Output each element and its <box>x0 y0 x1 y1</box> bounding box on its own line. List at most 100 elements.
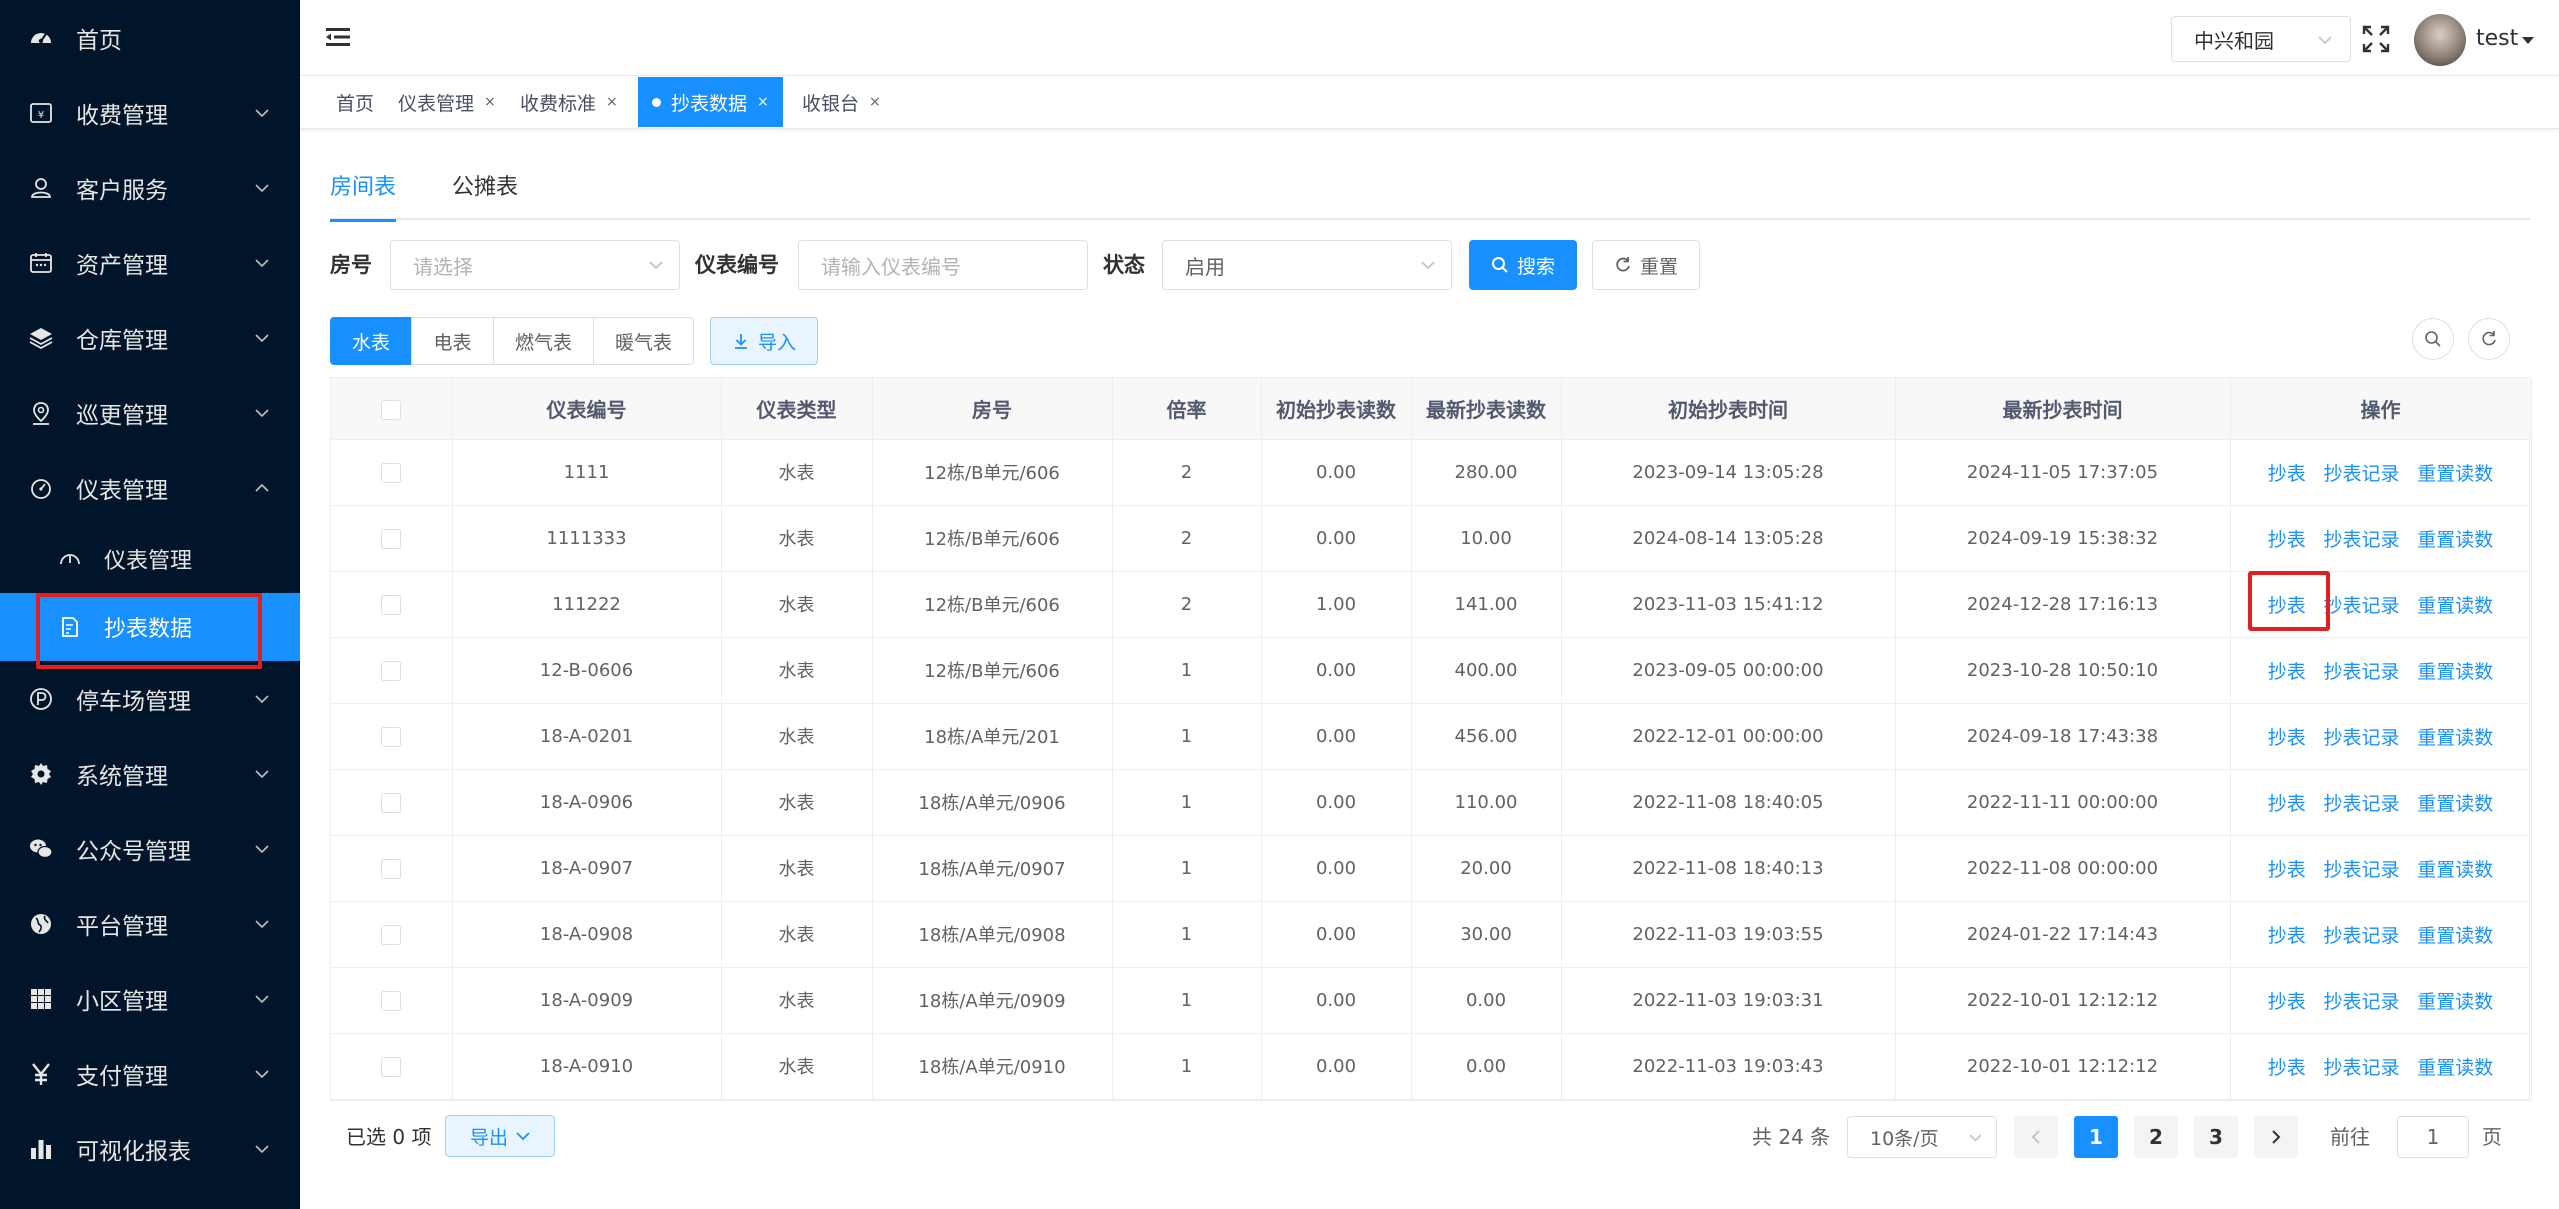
sidebar-item-grid[interactable]: 小区管理 <box>0 961 300 1036</box>
select-all-checkbox[interactable] <box>381 399 402 420</box>
table-cell: 2022-11-03 19:03:31 <box>1561 967 1896 1034</box>
page-2-button[interactable]: 2 <box>2134 1116 2178 1158</box>
sidebar-item-globe[interactable]: 平台管理 <box>0 886 300 961</box>
reset-button[interactable]: 重置 <box>1592 240 1700 290</box>
row-checkbox[interactable] <box>381 528 402 549</box>
sidebar-item-wechat[interactable]: 公众号管理 <box>0 811 300 886</box>
reset-reading-link[interactable]: 重置读数 <box>2417 661 2493 683</box>
reset-reading-link[interactable]: 重置读数 <box>2417 859 2493 881</box>
reset-reading-link[interactable]: 重置读数 <box>2417 529 2493 551</box>
reset-reading-link[interactable]: 重置读数 <box>2417 991 2493 1013</box>
sidebar-item-wallet[interactable]: ¥ 收费管理 <box>0 75 300 150</box>
type-electric[interactable]: 电表 <box>411 317 494 365</box>
sidebar-item-parking[interactable]: 停车场管理 <box>0 661 300 736</box>
tag-2[interactable]: 收费标准 × <box>506 77 632 127</box>
reset-reading-link[interactable]: 重置读数 <box>2417 925 2493 947</box>
reading-history-link[interactable]: 抄表记录 <box>2323 859 2399 881</box>
sidebar-item-label: 小区管理 <box>76 988 168 1015</box>
sidebar-item-gear[interactable]: 系统管理 <box>0 736 300 811</box>
tag-3[interactable]: 抄表数据 × <box>638 77 783 127</box>
fullscreen-icon[interactable] <box>2362 25 2390 53</box>
sidebar-item-dashboard[interactable]: 首页 <box>0 0 300 75</box>
user-name[interactable]: test <box>2476 26 2518 51</box>
sidebar-item-layers[interactable]: 仓库管理 <box>0 300 300 375</box>
page-1-button[interactable]: 1 <box>2074 1116 2118 1158</box>
reading-history-link[interactable]: 抄表记录 <box>2323 661 2399 683</box>
menu-fold-icon[interactable] <box>326 26 350 48</box>
reset-reading-link[interactable]: 重置读数 <box>2417 727 2493 749</box>
room-select[interactable]: 请选择 <box>390 240 680 290</box>
sidebar-subitem-edit-doc[interactable]: 抄表数据 <box>0 593 300 669</box>
read-meter-link[interactable]: 抄表 <box>2268 727 2306 749</box>
close-icon[interactable]: × <box>606 94 618 110</box>
type-heating[interactable]: 暖气表 <box>593 317 694 365</box>
reading-history-link[interactable]: 抄表记录 <box>2323 925 2399 947</box>
sidebar-subitem-meter[interactable]: 仪表管理 <box>0 525 300 593</box>
table-cell: 18栋/A单元/201 <box>872 703 1113 770</box>
table-cell: 2022-11-08 00:00:00 <box>1895 835 2231 902</box>
status-select[interactable]: 启用 <box>1162 240 1452 290</box>
prev-page-button[interactable] <box>2014 1116 2058 1158</box>
sidebar-item-calendar[interactable]: 资产管理 <box>0 225 300 300</box>
community-select[interactable]: 中兴和园 <box>2171 16 2351 62</box>
close-icon[interactable]: × <box>869 94 881 110</box>
close-icon[interactable]: × <box>757 94 769 110</box>
read-meter-link[interactable]: 抄表 <box>2268 529 2306 551</box>
close-icon[interactable]: × <box>484 94 496 110</box>
read-meter-link[interactable]: 抄表 <box>2268 463 2306 485</box>
page-3-button[interactable]: 3 <box>2194 1116 2238 1158</box>
read-meter-link[interactable]: 抄表 <box>2268 859 2306 881</box>
reset-reading-link[interactable]: 重置读数 <box>2417 793 2493 815</box>
export-button[interactable]: 导出 <box>445 1115 555 1157</box>
sidebar-item-bar-chart[interactable]: 可视化报表 <box>0 1111 300 1186</box>
reading-history-link[interactable]: 抄表记录 <box>2323 529 2399 551</box>
reset-reading-link[interactable]: 重置读数 <box>2417 1057 2493 1079</box>
meter-no-input[interactable]: 请输入仪表编号 <box>798 240 1088 290</box>
reading-history-link[interactable]: 抄表记录 <box>2323 1057 2399 1079</box>
sidebar-item-yen[interactable]: 支付管理 <box>0 1036 300 1111</box>
read-meter-link[interactable]: 抄表 <box>2268 595 2306 617</box>
sidebar-item-label: 公众号管理 <box>76 838 191 865</box>
table-cell: 1 <box>1112 703 1262 770</box>
next-page-button[interactable] <box>2254 1116 2298 1158</box>
row-checkbox[interactable] <box>381 726 402 747</box>
goto-page-input[interactable]: 1 <box>2397 1116 2469 1158</box>
caret-down-icon[interactable] <box>2522 37 2534 45</box>
type-gas[interactable]: 燃气表 <box>493 317 594 365</box>
row-checkbox[interactable] <box>381 462 402 483</box>
tag-0[interactable]: 首页 <box>322 77 388 127</box>
reading-history-link[interactable]: 抄表记录 <box>2323 793 2399 815</box>
read-meter-link[interactable]: 抄表 <box>2268 991 2306 1013</box>
row-checkbox[interactable] <box>381 792 402 813</box>
row-checkbox[interactable] <box>381 858 402 879</box>
row-checkbox[interactable] <box>381 594 402 615</box>
type-water[interactable]: 水表 <box>330 317 412 365</box>
tag-1[interactable]: 仪表管理 × <box>384 77 510 127</box>
refresh-table-button[interactable] <box>2468 318 2510 360</box>
reset-reading-link[interactable]: 重置读数 <box>2417 463 2493 485</box>
import-button[interactable]: 导入 <box>710 317 818 365</box>
read-meter-link[interactable]: 抄表 <box>2268 661 2306 683</box>
toggle-search-button[interactable] <box>2412 318 2454 360</box>
sidebar-item-location[interactable]: 巡更管理 <box>0 375 300 450</box>
sidebar-item-user-service[interactable]: 客户服务 <box>0 150 300 225</box>
tab-room-meter[interactable]: 房间表 <box>330 170 397 222</box>
avatar[interactable] <box>2414 14 2466 66</box>
sidebar-item-gauge[interactable]: 仪表管理 <box>0 450 300 525</box>
reset-reading-link[interactable]: 重置读数 <box>2417 595 2493 617</box>
reading-history-link[interactable]: 抄表记录 <box>2323 727 2399 749</box>
read-meter-link[interactable]: 抄表 <box>2268 925 2306 947</box>
row-checkbox[interactable] <box>381 990 402 1011</box>
page-size-select[interactable]: 10条/页 <box>1847 1116 1997 1158</box>
tag-4[interactable]: 收银台 × <box>788 77 895 127</box>
read-meter-link[interactable]: 抄表 <box>2268 793 2306 815</box>
read-meter-link[interactable]: 抄表 <box>2268 1057 2306 1079</box>
reading-history-link[interactable]: 抄表记录 <box>2323 463 2399 485</box>
tab-shared-meter[interactable]: 公摊表 <box>452 170 518 220</box>
row-checkbox[interactable] <box>381 660 402 681</box>
reading-history-link[interactable]: 抄表记录 <box>2323 595 2399 617</box>
reading-history-link[interactable]: 抄表记录 <box>2323 991 2399 1013</box>
row-checkbox[interactable] <box>381 924 402 945</box>
search-button[interactable]: 搜索 <box>1469 240 1577 290</box>
row-checkbox[interactable] <box>381 1056 402 1077</box>
